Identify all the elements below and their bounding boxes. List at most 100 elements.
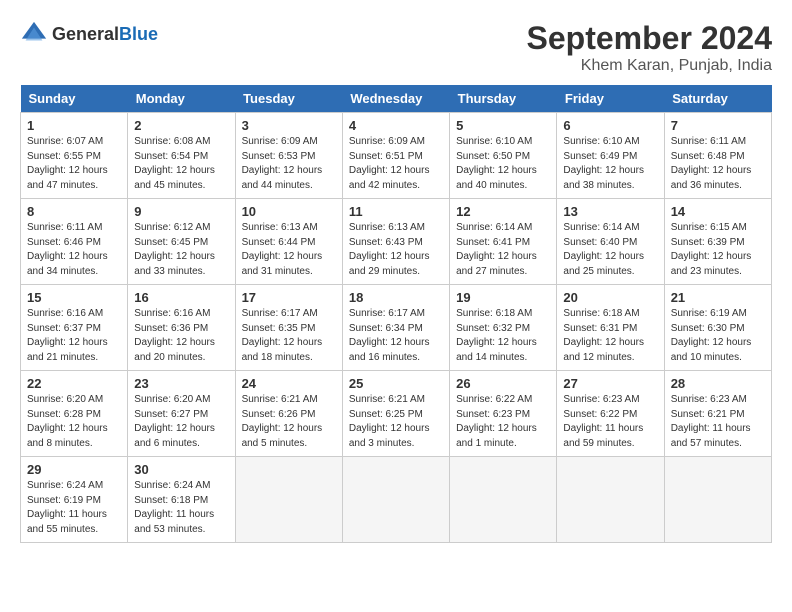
- calendar-cell: 7 Sunrise: 6:11 AM Sunset: 6:48 PM Daylig…: [664, 113, 771, 199]
- calendar-cell: 26Sunrise: 6:22 AM Sunset: 6:23 PM Dayli…: [450, 371, 557, 457]
- day-info: Sunrise: 6:20 AM Sunset: 6:27 PM Dayligh…: [134, 393, 228, 451]
- location-title: Khem Karan, Punjab, India: [527, 57, 772, 75]
- calendar-header-row: SundayMondayTuesdayWednesdayThursdayFrid…: [21, 85, 772, 113]
- day-number: 14: [671, 204, 765, 219]
- calendar-cell: [450, 457, 557, 543]
- day-info: Sunrise: 6:14 AM Sunset: 6:41 PM Dayligh…: [456, 221, 550, 279]
- calendar-cell: 29 Sunrise: 6:24 AM Sunset: 6:19 PM Dayli…: [21, 457, 128, 543]
- day-info: Sunrise: 6:09 AM Sunset: 6:53 PM Dayligh…: [242, 135, 336, 193]
- logo-text-blue: Blue: [119, 24, 158, 44]
- day-header-monday: Monday: [128, 85, 235, 113]
- day-info: Sunrise: 6:24 AM Sunset: 6:19 PM Dayligh…: [27, 479, 121, 537]
- calendar-cell: 24Sunrise: 6:21 AM Sunset: 6:26 PM Dayli…: [235, 371, 342, 457]
- day-number: 16: [134, 290, 228, 305]
- day-number: 28: [671, 376, 765, 391]
- calendar-cell: [664, 457, 771, 543]
- calendar-cell: [235, 457, 342, 543]
- calendar-week-5: 29 Sunrise: 6:24 AM Sunset: 6:19 PM Dayli…: [21, 457, 772, 543]
- calendar-cell: 9 Sunrise: 6:12 AM Sunset: 6:45 PM Daylig…: [128, 199, 235, 285]
- day-info: Sunrise: 6:18 AM Sunset: 6:32 PM Dayligh…: [456, 307, 550, 365]
- day-number: 3: [242, 118, 336, 133]
- day-info: Sunrise: 6:13 AM Sunset: 6:43 PM Dayligh…: [349, 221, 443, 279]
- day-number: 6: [563, 118, 657, 133]
- day-number: 27: [563, 376, 657, 391]
- calendar-cell: 23 Sunrise: 6:20 AM Sunset: 6:27 PM Dayli…: [128, 371, 235, 457]
- calendar-cell: 20 Sunrise: 6:18 AM Sunset: 6:31 PM Dayli…: [557, 285, 664, 371]
- calendar-cell: 17 Sunrise: 6:17 AM Sunset: 6:35 PM Dayli…: [235, 285, 342, 371]
- calendar-cell: 3 Sunrise: 6:09 AM Sunset: 6:53 PM Daylig…: [235, 113, 342, 199]
- day-number: 12: [456, 204, 550, 219]
- day-number: 1: [27, 118, 121, 133]
- day-number: 15: [27, 290, 121, 305]
- day-number: 8: [27, 204, 121, 219]
- logo: GeneralBlue: [20, 20, 158, 48]
- calendar-cell: 13 Sunrise: 6:14 AM Sunset: 6:40 PM Dayli…: [557, 199, 664, 285]
- day-number: 22: [27, 376, 121, 391]
- day-header-sunday: Sunday: [21, 85, 128, 113]
- day-info: Sunrise: 6:14 AM Sunset: 6:40 PM Dayligh…: [563, 221, 657, 279]
- day-info: Sunrise: 6:22 AM Sunset: 6:23 PM Dayligh…: [456, 393, 550, 451]
- day-number: 21: [671, 290, 765, 305]
- day-info: Sunrise: 6:23 AM Sunset: 6:21 PM Dayligh…: [671, 393, 765, 451]
- day-number: 20: [563, 290, 657, 305]
- page-header: GeneralBlue September 2024 Khem Karan, P…: [20, 20, 772, 75]
- day-number: 11: [349, 204, 443, 219]
- calendar-cell: 27 Sunrise: 6:23 AM Sunset: 6:22 PM Dayli…: [557, 371, 664, 457]
- calendar-cell: 2 Sunrise: 6:08 AM Sunset: 6:54 PM Daylig…: [128, 113, 235, 199]
- logo-text-general: General: [52, 24, 119, 44]
- calendar-cell: 14 Sunrise: 6:15 AM Sunset: 6:39 PM Dayli…: [664, 199, 771, 285]
- calendar-table: SundayMondayTuesdayWednesdayThursdayFrid…: [20, 85, 772, 543]
- calendar-cell: 6Sunrise: 6:10 AM Sunset: 6:49 PM Daylig…: [557, 113, 664, 199]
- month-title: September 2024: [527, 20, 772, 57]
- day-info: Sunrise: 6:18 AM Sunset: 6:31 PM Dayligh…: [563, 307, 657, 365]
- day-number: 24: [242, 376, 336, 391]
- calendar-cell: 22Sunrise: 6:20 AM Sunset: 6:28 PM Dayli…: [21, 371, 128, 457]
- calendar-week-3: 15 Sunrise: 6:16 AM Sunset: 6:37 PM Dayli…: [21, 285, 772, 371]
- day-number: 19: [456, 290, 550, 305]
- day-number: 13: [563, 204, 657, 219]
- day-info: Sunrise: 6:21 AM Sunset: 6:25 PM Dayligh…: [349, 393, 443, 451]
- day-number: 7: [671, 118, 765, 133]
- day-info: Sunrise: 6:07 AM Sunset: 6:55 PM Dayligh…: [27, 135, 121, 193]
- day-header-saturday: Saturday: [664, 85, 771, 113]
- day-number: 17: [242, 290, 336, 305]
- calendar-cell: 15 Sunrise: 6:16 AM Sunset: 6:37 PM Dayli…: [21, 285, 128, 371]
- day-number: 10: [242, 204, 336, 219]
- calendar-cell: 1 Sunrise: 6:07 AM Sunset: 6:55 PM Daylig…: [21, 113, 128, 199]
- day-number: 5: [456, 118, 550, 133]
- day-info: Sunrise: 6:12 AM Sunset: 6:45 PM Dayligh…: [134, 221, 228, 279]
- calendar-cell: 25 Sunrise: 6:21 AM Sunset: 6:25 PM Dayli…: [342, 371, 449, 457]
- day-info: Sunrise: 6:13 AM Sunset: 6:44 PM Dayligh…: [242, 221, 336, 279]
- day-info: Sunrise: 6:19 AM Sunset: 6:30 PM Dayligh…: [671, 307, 765, 365]
- day-number: 25: [349, 376, 443, 391]
- calendar-week-1: 1 Sunrise: 6:07 AM Sunset: 6:55 PM Daylig…: [21, 113, 772, 199]
- calendar-cell: [557, 457, 664, 543]
- day-header-tuesday: Tuesday: [235, 85, 342, 113]
- day-info: Sunrise: 6:23 AM Sunset: 6:22 PM Dayligh…: [563, 393, 657, 451]
- calendar-cell: 5Sunrise: 6:10 AM Sunset: 6:50 PM Daylig…: [450, 113, 557, 199]
- title-block: September 2024 Khem Karan, Punjab, India: [527, 20, 772, 75]
- day-info: Sunrise: 6:11 AM Sunset: 6:46 PM Dayligh…: [27, 221, 121, 279]
- day-info: Sunrise: 6:08 AM Sunset: 6:54 PM Dayligh…: [134, 135, 228, 193]
- day-number: 29: [27, 462, 121, 477]
- day-number: 30: [134, 462, 228, 477]
- day-info: Sunrise: 6:16 AM Sunset: 6:37 PM Dayligh…: [27, 307, 121, 365]
- calendar-cell: 12 Sunrise: 6:14 AM Sunset: 6:41 PM Dayli…: [450, 199, 557, 285]
- day-info: Sunrise: 6:11 AM Sunset: 6:48 PM Dayligh…: [671, 135, 765, 193]
- calendar-cell: 30Sunrise: 6:24 AM Sunset: 6:18 PM Dayli…: [128, 457, 235, 543]
- calendar-cell: [342, 457, 449, 543]
- calendar-week-4: 22Sunrise: 6:20 AM Sunset: 6:28 PM Dayli…: [21, 371, 772, 457]
- day-info: Sunrise: 6:09 AM Sunset: 6:51 PM Dayligh…: [349, 135, 443, 193]
- day-header-thursday: Thursday: [450, 85, 557, 113]
- calendar-week-2: 8 Sunrise: 6:11 AM Sunset: 6:46 PM Daylig…: [21, 199, 772, 285]
- calendar-cell: 11 Sunrise: 6:13 AM Sunset: 6:43 PM Dayli…: [342, 199, 449, 285]
- day-header-friday: Friday: [557, 85, 664, 113]
- day-number: 23: [134, 376, 228, 391]
- day-info: Sunrise: 6:17 AM Sunset: 6:35 PM Dayligh…: [242, 307, 336, 365]
- calendar-cell: 28 Sunrise: 6:23 AM Sunset: 6:21 PM Dayli…: [664, 371, 771, 457]
- calendar-cell: 4Sunrise: 6:09 AM Sunset: 6:51 PM Daylig…: [342, 113, 449, 199]
- day-number: 9: [134, 204, 228, 219]
- day-number: 2: [134, 118, 228, 133]
- day-number: 18: [349, 290, 443, 305]
- day-info: Sunrise: 6:15 AM Sunset: 6:39 PM Dayligh…: [671, 221, 765, 279]
